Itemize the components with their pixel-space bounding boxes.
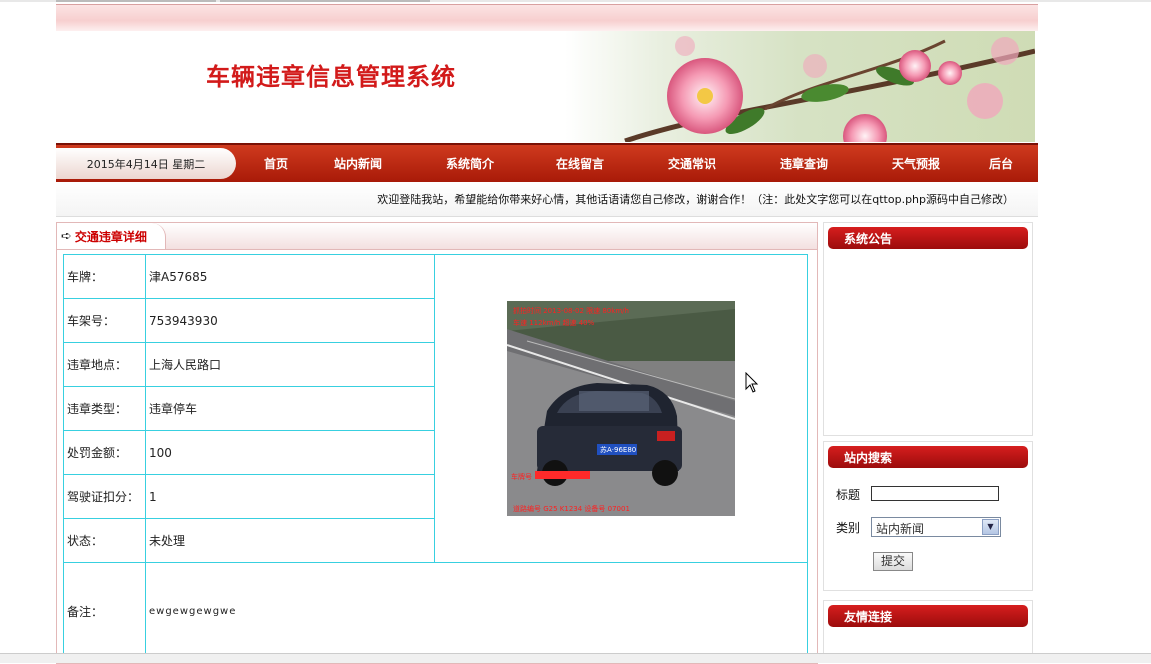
- license-points-label: 驾驶证扣分：: [63, 474, 146, 519]
- search-header: 站内搜索: [828, 446, 1028, 468]
- announcement-header: 系统公告: [828, 227, 1028, 249]
- plate-label: 车牌：: [63, 254, 146, 299]
- friend-links-header: 友情连接: [828, 605, 1028, 627]
- main-navigation: 2015年4月14日 星期二 首页 站内新闻 系统简介 在线留言 交通常识 违章…: [56, 143, 1038, 182]
- location-value: 上海人民路口: [145, 342, 435, 387]
- violation-photo: 抓拍时间 2013-08-02 限速 80km/h 车速 112km/h 超速 …: [507, 301, 735, 516]
- search-category-label: 类别: [836, 521, 861, 535]
- site-banner: 车辆违章信息管理系统: [56, 31, 1038, 143]
- chevron-down-icon[interactable]: ▼: [982, 519, 999, 535]
- svg-text:车速 112km/h 超速 40%: 车速 112km/h 超速 40%: [513, 318, 595, 327]
- site-title: 车辆违章信息管理系统: [206, 62, 456, 91]
- search-title-input[interactable]: [871, 486, 999, 501]
- detail-tab-title: 交通违章详细: [74, 229, 147, 244]
- fine-amount-value: 100: [145, 430, 435, 475]
- nav-traffic-tips[interactable]: 交通常识: [668, 155, 716, 172]
- svg-text:抓拍时间 2013-08-02 限速 80km/h: 抓拍时间 2013-08-02 限速 80km/h: [513, 306, 629, 315]
- fine-amount-label: 处罚金额：: [63, 430, 146, 475]
- plate-value: 津A57685: [145, 254, 435, 299]
- violation-type-value: 违章停车: [145, 386, 435, 431]
- welcome-marquee: 欢迎登陆我站，希望能给你带来好心情，其他话语请您自己修改，谢谢合作！（注：此处文…: [56, 182, 1038, 217]
- top-stripe: [56, 4, 1038, 31]
- search-category-value: 站内新闻: [876, 522, 925, 536]
- site-search-panel: 站内搜索 标题 类别 站内新闻 ▼ 提交: [823, 441, 1033, 591]
- svg-text:道路编号 G25 K1234 设备号 07001: 道路编号 G25 K1234 设备号 07001: [513, 504, 630, 513]
- violation-detail-panel: ➪ 交通违章详细 车牌： 津A57685 抓拍时间 2013-08-02 限速 …: [56, 222, 818, 664]
- peach-blossom-image: [565, 31, 1035, 142]
- search-category-select[interactable]: 站内新闻 ▼: [871, 517, 1001, 537]
- nav-site-news[interactable]: 站内新闻: [334, 155, 382, 172]
- nav-weather[interactable]: 天气预报: [892, 155, 940, 172]
- nav-home[interactable]: 首页: [264, 155, 288, 172]
- search-title-label: 标题: [836, 488, 861, 502]
- mouse-cursor: [745, 371, 759, 397]
- remark-value: ewgewgewgwe: [145, 562, 808, 661]
- violation-detail-table: 车牌： 津A57685 抓拍时间 2013-08-02 限速 80km/h 车速…: [63, 254, 808, 661]
- table-row: 备注： ewgewgewgwe: [63, 562, 808, 661]
- detail-tab: ➪ 交通违章详细: [57, 223, 166, 249]
- violation-type-label: 违章类型：: [63, 386, 146, 431]
- status-value: 未处理: [145, 518, 435, 563]
- remark-label: 备注：: [63, 562, 146, 661]
- nav-violation-query[interactable]: 违章查询: [780, 155, 828, 172]
- frame-number-value: 753943930: [145, 298, 435, 343]
- browser-top-edge: [0, 0, 1151, 2]
- current-date: 2015年4月14日 星期二: [56, 148, 236, 179]
- table-row: 车牌： 津A57685 抓拍时间 2013-08-02 限速 80km/h 车速…: [63, 254, 808, 563]
- search-submit-button[interactable]: 提交: [873, 552, 913, 571]
- nav-guestbook[interactable]: 在线留言: [556, 155, 604, 172]
- announcement-panel: 系统公告: [823, 222, 1033, 436]
- status-label: 状态：: [63, 518, 146, 563]
- nav-admin[interactable]: 后台: [989, 155, 1013, 172]
- welcome-text: 欢迎登陆我站，希望能给你带来好心情，其他话语请您自己修改，谢谢合作！（注：此处文…: [377, 193, 1014, 206]
- license-points-value: 1: [145, 474, 435, 519]
- page-wrapper: 车辆违章信息管理系统 2015年4月14日 星期二 首页 站内新闻 系统简介 在…: [56, 4, 1038, 217]
- violation-photo-cell: 抓拍时间 2013-08-02 限速 80km/h 车速 112km/h 超速 …: [434, 254, 808, 563]
- nav-system-intro[interactable]: 系统简介: [446, 155, 494, 172]
- panel-header: ➪ 交通违章详细: [57, 223, 817, 250]
- svg-text:车牌号: 车牌号: [511, 472, 532, 481]
- frame-number-label: 车架号：: [63, 298, 146, 343]
- arrow-right-icon: ➪: [61, 228, 72, 244]
- photo-plate-text: 苏A·96E80: [600, 445, 636, 454]
- location-label: 违章地点：: [63, 342, 146, 387]
